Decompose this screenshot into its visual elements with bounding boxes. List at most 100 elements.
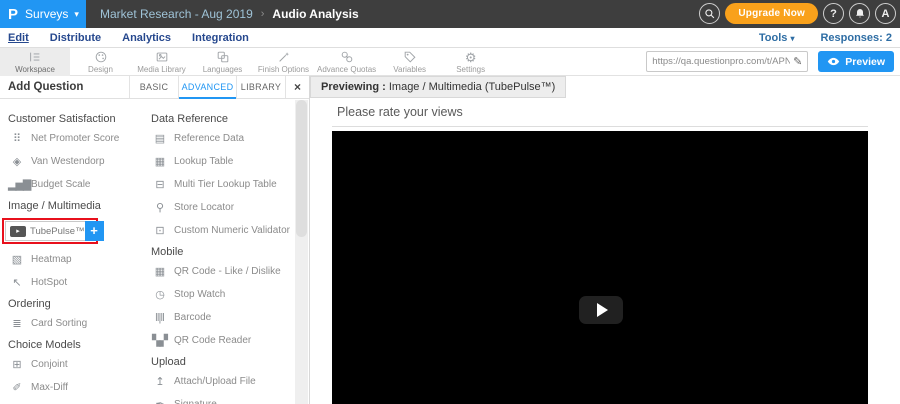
qr-reader-icon: ▚▞: [151, 334, 168, 348]
question-type-net-promoter-score[interactable]: ⠿ Net Promoter Score: [8, 131, 143, 146]
previewing-value: Image / Multimedia (TubePulse™): [386, 81, 556, 93]
question-type-hotspot[interactable]: ↖ HotSpot: [8, 275, 143, 290]
account-avatar[interactable]: A: [875, 3, 896, 24]
navbar-right: Tools ▾ Responses: 2: [759, 32, 892, 44]
question-type-qr-code-reader[interactable]: ▚▞ QR Code Reader: [151, 333, 295, 348]
add-question-header: Add Question BASIC ADVANCED LIBRARY ×: [0, 76, 309, 99]
gear-icon: ⚙: [465, 50, 477, 64]
breadcrumb: Market Research - Aug 2019 › Audio Analy…: [100, 7, 359, 21]
surveys-label: Surveys: [25, 7, 68, 21]
question-type-store-locator[interactable]: ⚲ Store Locator: [151, 200, 295, 215]
workspace-icon: [28, 50, 42, 64]
responses-count[interactable]: Responses: 2: [820, 32, 892, 44]
question-type-card-sorting[interactable]: ≣ Card Sorting: [8, 316, 143, 331]
section-data-reference: Data Reference: [151, 113, 295, 125]
question-type-max-diff[interactable]: ✐ Max-Diff: [8, 380, 143, 395]
tab-basic[interactable]: BASIC: [129, 76, 178, 98]
question-type-multi-tier-lookup-table[interactable]: ⊟ Multi Tier Lookup Table: [151, 177, 295, 192]
question-type-qr-like-dislike[interactable]: ▦ QR Code - Like / Dislike: [151, 264, 295, 279]
table-icon: ▦: [151, 155, 168, 169]
toolbar-item-variables[interactable]: Variables: [379, 48, 440, 76]
question-mark-icon: ?: [830, 8, 837, 20]
section-customer-satisfaction: Customer Satisfaction: [8, 113, 143, 125]
question-type-lookup-table[interactable]: ▦ Lookup Table: [151, 154, 295, 169]
questionpro-logo-icon: P: [8, 6, 18, 23]
toolbar-item-advance-quotas[interactable]: Advance Quotas: [314, 48, 379, 76]
question-type-conjoint[interactable]: ⊞ Conjoint: [8, 357, 143, 372]
avatar-letter: A: [882, 8, 890, 20]
question-type-attach-upload-file[interactable]: ↥ Attach/Upload File: [151, 374, 295, 389]
bar-chart-icon: ▂▅▇: [8, 178, 25, 192]
question-types-column-2: Data Reference ▤ Reference Data ▦ Lookup…: [143, 105, 295, 404]
close-panel-button[interactable]: ×: [285, 76, 309, 98]
breadcrumb-survey-name[interactable]: Market Research - Aug 2019: [100, 7, 253, 21]
surveys-menu-button[interactable]: P Surveys ▾: [0, 0, 86, 28]
nav-tab-distribute[interactable]: Distribute: [50, 32, 101, 44]
help-button[interactable]: ?: [823, 3, 844, 24]
previewing-badge: Previewing : Image / Multimedia (TubePul…: [310, 76, 566, 98]
play-button[interactable]: [579, 296, 623, 324]
add-question-panel: Add Question BASIC ADVANCED LIBRARY × Cu…: [0, 76, 310, 404]
tag-icon: [403, 50, 417, 64]
topbar-actions: Upgrade Now ? A: [699, 3, 896, 24]
panel-scrollbar[interactable]: [295, 100, 308, 404]
question-type-van-westendorp[interactable]: ◈ Van Westendorp: [8, 154, 143, 169]
chain-link-icon: [340, 50, 354, 64]
chevron-down-icon: ▾: [790, 34, 794, 43]
search-button[interactable]: [699, 3, 720, 24]
reference-data-icon: ▤: [151, 132, 168, 146]
tubepulse-add-button[interactable]: +: [85, 221, 104, 241]
price-tag-icon: ◈: [8, 155, 25, 169]
question-type-stop-watch[interactable]: ◷ Stop Watch: [151, 287, 295, 302]
topbar: P Surveys ▾ Market Research - Aug 2019 ›…: [0, 0, 900, 28]
section-upload: Upload: [151, 356, 295, 368]
magic-wand-icon: [277, 50, 291, 64]
question-type-tubepulse[interactable]: ▸ TubePulse™ +: [5, 221, 95, 241]
palette-icon: [94, 50, 108, 64]
tools-dropdown[interactable]: Tools ▾: [759, 32, 795, 44]
barcode-icon: ‖|‖: [151, 311, 168, 325]
qr-code-icon: ▦: [151, 265, 168, 279]
toolbar-item-media-library[interactable]: Media Library: [131, 48, 192, 76]
edit-toolbar: Workspace Design Media Library Languages…: [0, 48, 900, 76]
question-type-heatmap[interactable]: ▧ Heatmap: [8, 252, 143, 267]
upload-icon: ↥: [151, 375, 168, 389]
tubepulse-highlight-box: ▸ TubePulse™ +: [2, 218, 98, 244]
list-icon: ≣: [8, 317, 25, 331]
edit-url-pencil-icon[interactable]: ✎: [793, 55, 802, 68]
nav-tab-edit[interactable]: Edit: [8, 32, 29, 44]
tab-advanced[interactable]: ADVANCED: [178, 76, 236, 98]
question-type-custom-numeric-validator[interactable]: ⊡ Custom Numeric Validator: [151, 223, 295, 238]
upgrade-now-button[interactable]: Upgrade Now: [725, 3, 818, 24]
toolbar-item-design[interactable]: Design: [70, 48, 131, 76]
nav-tab-integration[interactable]: Integration: [192, 32, 249, 44]
tools-label: Tools: [759, 32, 788, 44]
tab-library[interactable]: LIBRARY: [236, 76, 285, 98]
nav-tab-analytics[interactable]: Analytics: [122, 32, 171, 44]
question-type-reference-data[interactable]: ▤ Reference Data: [151, 131, 295, 146]
scrollbar-thumb[interactable]: [296, 100, 307, 237]
notifications-button[interactable]: [849, 3, 870, 24]
toolbar-right: ✎ Preview: [646, 51, 894, 72]
toolbar-item-languages[interactable]: Languages: [192, 48, 253, 76]
app-window: P Surveys ▾ Market Research - Aug 2019 ›…: [0, 0, 900, 404]
survey-url-box: ✎: [646, 51, 808, 72]
play-icon: [597, 303, 608, 317]
video-player[interactable]: [332, 131, 868, 404]
toolbar-item-workspace[interactable]: Workspace: [0, 48, 70, 76]
cursor-icon: ↖: [8, 276, 25, 290]
preview-button[interactable]: Preview: [818, 51, 894, 72]
toolbar-item-finish-options[interactable]: Finish Options: [253, 48, 314, 76]
question-type-budget-scale[interactable]: ▂▅▇ Budget Scale: [8, 177, 143, 192]
eye-icon: [827, 57, 840, 66]
preview-panel: Previewing : Image / Multimedia (TubePul…: [310, 76, 900, 404]
map-pin-icon: ⚲: [151, 201, 168, 215]
video-player-icon: ▸: [10, 226, 26, 237]
breadcrumb-page-name: Audio Analysis: [272, 7, 358, 21]
section-ordering: Ordering: [8, 298, 143, 310]
question-type-barcode[interactable]: ‖|‖ Barcode: [151, 310, 295, 325]
toolbar-item-settings[interactable]: ⚙ Settings: [440, 48, 501, 76]
net-promoter-score-icon: ⠿: [8, 132, 25, 146]
question-type-signature[interactable]: ✒ Signature: [151, 397, 295, 404]
survey-url-input[interactable]: [652, 56, 790, 67]
